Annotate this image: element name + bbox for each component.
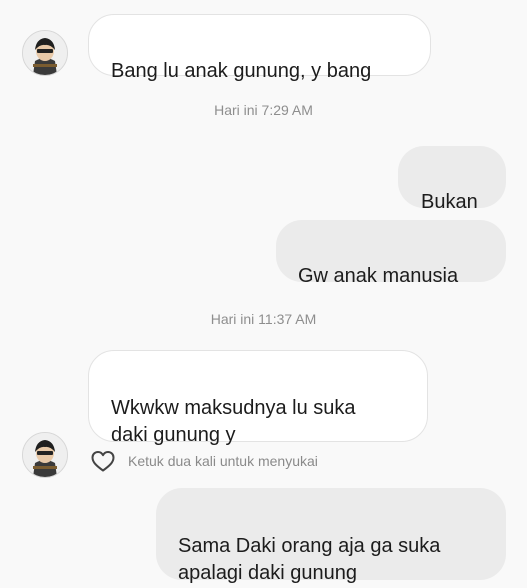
- incoming-message-bubble[interactable]: Wkwkw maksudnya lu suka daki gunung y: [88, 350, 428, 446]
- heart-outline-icon[interactable]: [90, 449, 116, 473]
- outgoing-message-bubble[interactable]: Sama Daki orang aja ga suka apalagi daki…: [156, 488, 506, 584]
- message-text: Bukan: [421, 191, 478, 213]
- sender-avatar[interactable]: [22, 30, 68, 76]
- like-hint-row: Ketuk dua kali untuk menyukai: [90, 448, 318, 474]
- message-text: Bang lu anak gunung, y bang: [111, 60, 372, 82]
- avatar-icon: [23, 433, 67, 477]
- sender-avatar[interactable]: [22, 432, 68, 478]
- outgoing-message-bubble[interactable]: Gw anak manusia: [276, 220, 506, 287]
- chat-thread: Bang lu anak gunung, y bang Hari ini 7:2…: [0, 0, 527, 588]
- timestamp: Hari ini 11:37 AM: [210, 311, 317, 327]
- message-text: Gw anak manusia: [298, 265, 459, 287]
- timestamp: Hari ini 7:29 AM: [214, 102, 313, 118]
- incoming-message-bubble[interactable]: Bang lu anak gunung, y bang: [88, 14, 431, 82]
- outgoing-message-bubble[interactable]: Bukan: [398, 146, 506, 213]
- message-text: Sama Daki orang aja ga suka apalagi daki…: [178, 535, 441, 584]
- message-text: Wkwkw maksudnya lu suka daki gunung y: [111, 397, 356, 446]
- like-hint-text: Ketuk dua kali untuk menyukai: [128, 453, 318, 469]
- avatar-icon: [23, 31, 67, 75]
